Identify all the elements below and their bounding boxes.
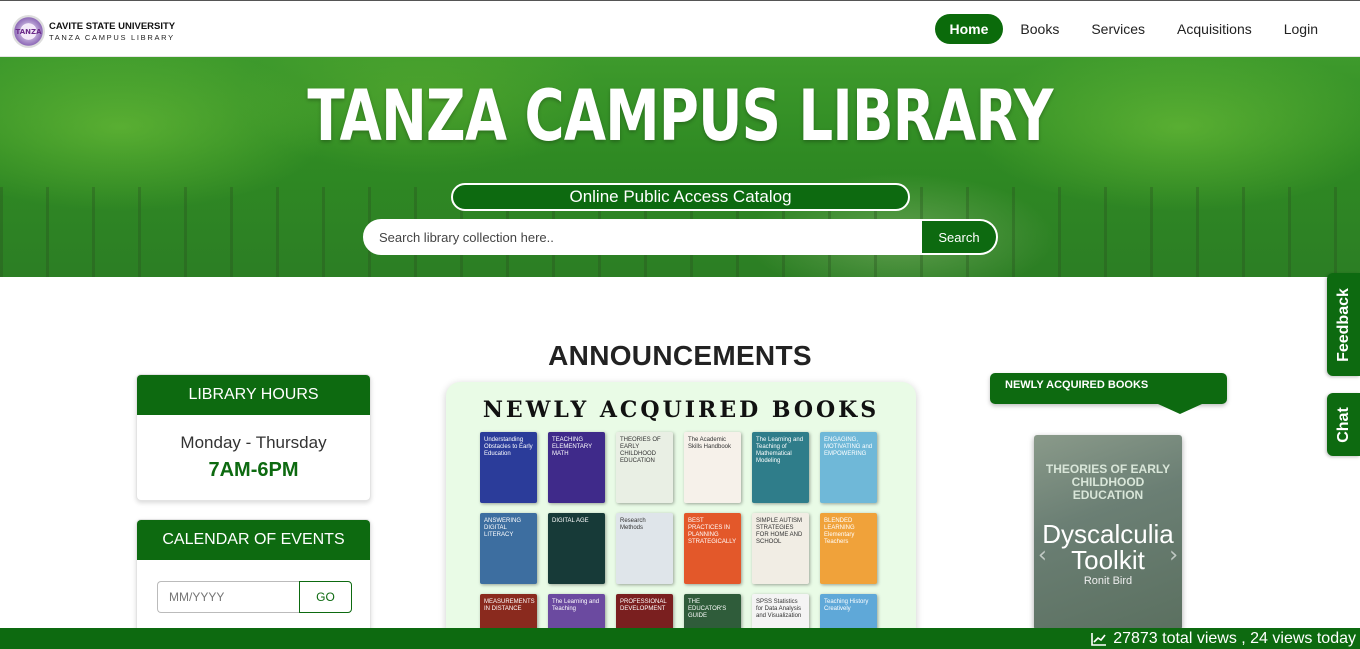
- library-hours-time: 7AM-6PM: [208, 459, 299, 481]
- announcement-poster[interactable]: NEWLY ACQUIRED BOOKS Understanding Obsta…: [446, 382, 916, 642]
- book-cover-title: SPSS Statistics for Data Analysis and Vi…: [756, 599, 802, 619]
- carousel-prev-icon[interactable]: ‹: [1038, 543, 1047, 568]
- book-cover: TEACHING ELEMENTARY MATH: [548, 432, 605, 503]
- calendar-form: GO: [157, 581, 352, 613]
- library-hours-title: LIBRARY HOURS: [137, 375, 370, 415]
- nav-acquisitions[interactable]: Acquisitions: [1162, 14, 1267, 44]
- newly-acquired-carousel[interactable]: THEORIES OF EARLY CHILDHOOD EDUCATION Dy…: [1034, 435, 1182, 630]
- book-cover-title: THE EDUCATOR'S GUIDE: [688, 599, 727, 619]
- carousel-next-icon[interactable]: ›: [1169, 543, 1178, 568]
- feedback-tab[interactable]: Feedback: [1327, 273, 1360, 376]
- book-cover: DIGITAL AGE: [548, 513, 605, 584]
- book-cover: SIMPLE AUTISM STRATEGIES FOR HOME AND SC…: [752, 513, 809, 584]
- brand-logo[interactable]: TANZA CAVITE STATE UNIVERSITY TANZA CAMP…: [12, 15, 175, 48]
- library-name: TANZA CAMPUS LIBRARY: [49, 33, 175, 42]
- search-bar: Search: [363, 219, 998, 255]
- search-input[interactable]: [365, 221, 922, 253]
- poster-title: NEWLY ACQUIRED BOOKS: [482, 397, 880, 423]
- announcements-title: ANNOUNCEMENTS: [548, 340, 812, 371]
- book-cover-grid: Understanding Obstacles to Early Educati…: [480, 432, 877, 642]
- book-cover: ANSWERING DIGITAL LITERACY: [480, 513, 537, 584]
- carousel-overlay-title: THEORIES OF EARLY CHILDHOOD EDUCATION: [1045, 462, 1171, 503]
- top-navbar: TANZA CAVITE STATE UNIVERSITY TANZA CAMP…: [0, 0, 1360, 57]
- book-cover-title: Understanding Obstacles to Early Educati…: [484, 437, 533, 457]
- book-cover-title: Teaching History Creatively: [824, 599, 869, 612]
- university-name: CAVITE STATE UNIVERSITY: [49, 21, 176, 32]
- book-cover-title: BEST PRACTICES IN PLANNING STRATEGICALLY: [688, 518, 737, 545]
- book-cover-title: ANSWERING DIGITAL LITERACY: [484, 518, 522, 538]
- nav-books[interactable]: Books: [1005, 14, 1074, 44]
- nav-services[interactable]: Services: [1076, 14, 1160, 44]
- book-cover-title: The Academic Skills Handbook: [688, 437, 732, 450]
- book-cover-title: PROFESSIONAL DEVELOPMENT: [620, 599, 667, 612]
- view-count-text: 27873 total views , 24 views today: [1113, 629, 1356, 647]
- book-cover: BLENDED LEARNING Elementary Teachers: [820, 513, 877, 584]
- carousel-book-title: Dyscalculia Toolkit: [1042, 519, 1174, 575]
- line-chart-icon: [1091, 632, 1107, 646]
- book-cover-title: Research Methods: [620, 518, 646, 531]
- search-button[interactable]: Search: [922, 221, 996, 253]
- book-cover-title: DIGITAL AGE: [552, 518, 589, 524]
- hero-banner: TANZA CAMPUS LIBRARY Online Public Acces…: [0, 57, 1360, 277]
- book-cover-title: The Learning and Teaching of Mathematica…: [756, 437, 804, 464]
- library-hours-card: LIBRARY HOURS Monday - Thursday 7AM-6PM: [136, 374, 371, 501]
- calendar-go-button[interactable]: GO: [299, 581, 352, 613]
- book-cover: ENGAGING, MOTIVATING and EMPOWERING: [820, 432, 877, 503]
- book-cover: Understanding Obstacles to Early Educati…: [480, 432, 537, 503]
- calendar-title: CALENDAR OF EVENTS: [137, 520, 370, 560]
- month-year-input[interactable]: [157, 581, 299, 613]
- book-cover-title: THEORIES OF EARLY CHILDHOOD EDUCATION: [620, 437, 661, 464]
- book-cover: The Learning and Teaching of Mathematica…: [752, 432, 809, 503]
- nav-login[interactable]: Login: [1269, 14, 1333, 44]
- book-cover-title: ENGAGING, MOTIVATING and EMPOWERING: [824, 437, 873, 457]
- book-cover-title: BLENDED LEARNING Elementary Teachers: [824, 518, 855, 545]
- brand-text: CAVITE STATE UNIVERSITY TANZA CAMPUS LIB…: [49, 21, 175, 42]
- book-cover-title: TEACHING ELEMENTARY MATH: [552, 437, 593, 457]
- book-cover: THEORIES OF EARLY CHILDHOOD EDUCATION: [616, 432, 673, 503]
- book-cover-title: SIMPLE AUTISM STRATEGIES FOR HOME AND SC…: [756, 518, 803, 545]
- newly-acquired-header: NEWLY ACQUIRED BOOKS: [990, 373, 1227, 414]
- book-cover: The Academic Skills Handbook: [684, 432, 741, 503]
- opac-label: Online Public Access Catalog: [451, 183, 910, 211]
- university-seal-icon: TANZA: [12, 15, 45, 48]
- view-counter-bar: 27873 total views , 24 views today: [0, 628, 1360, 649]
- nav-home[interactable]: Home: [934, 14, 1004, 44]
- carousel-book-author: Ronit Bird: [1083, 575, 1133, 587]
- library-hours-days: Monday - Thursday: [180, 433, 327, 452]
- chat-tab[interactable]: Chat: [1327, 393, 1360, 456]
- book-cover-title: MEASUREMENTS IN DISTANCE: [484, 599, 535, 612]
- book-cover: BEST PRACTICES IN PLANNING STRATEGICALLY: [684, 513, 741, 584]
- chat-tab-label: Chat: [1334, 406, 1352, 443]
- hero-title: TANZA CAMPUS LIBRARY: [307, 75, 1053, 157]
- main-nav: Home Books Services Acquisitions Login: [933, 14, 1333, 44]
- book-cover-title: The Learning and Teaching: [552, 599, 600, 612]
- book-cover: Research Methods: [616, 513, 673, 584]
- feedback-tab-label: Feedback: [1334, 287, 1352, 362]
